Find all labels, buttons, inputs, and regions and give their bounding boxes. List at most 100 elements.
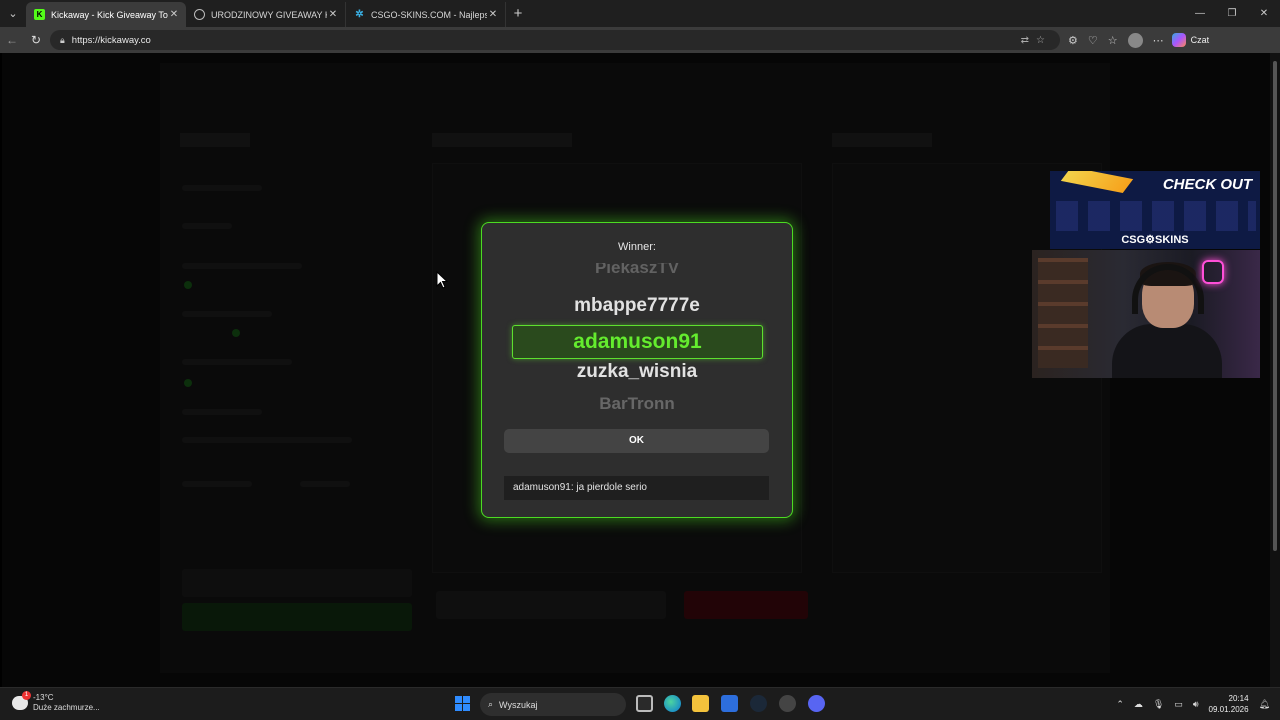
address-toolbar: ← ↻ 🔒︎ https://kickaway.co ⇄☆ ⚙ ♡ ☆ ⋯ Cz… [0, 27, 1280, 53]
notification-badge: 1 [22, 691, 31, 700]
notification-bell-icon[interactable]: 🔔︎ [1259, 699, 1270, 710]
ok-button[interactable]: OK [504, 429, 769, 453]
close-tab-icon[interactable]: ✕ [327, 9, 339, 20]
winner-modal: Winner: PiekaszTV mbappe7777e zuzka_wisn… [481, 222, 793, 518]
webcam-person-body [1112, 324, 1222, 378]
taskbar: 1 -13°C Duże zachmurze... ⌕ Wyszukaj ⌃ ☁… [0, 687, 1280, 720]
modal-title: Winner: [618, 241, 656, 253]
background-button [182, 569, 412, 597]
background-dot [232, 329, 240, 337]
background-line [182, 223, 232, 229]
lock-icon[interactable]: 🔒︎ [60, 35, 65, 46]
banner-stripe [1060, 171, 1134, 193]
clock[interactable]: 20:14 09.01.2026 [1209, 693, 1249, 715]
address-bar-actions: ⇄☆ [1021, 35, 1052, 46]
onedrive-icon[interactable]: ☁ [1134, 699, 1143, 710]
search-icon: ⌕ [488, 699, 494, 709]
copilot-icon [1171, 33, 1186, 47]
banner-headline: CHECK OUT [1162, 176, 1252, 193]
more-options-icon[interactable]: ⋯ [1153, 34, 1164, 47]
winner-name: adamuson91 [512, 325, 763, 359]
discord-icon[interactable] [808, 695, 825, 712]
neon-sign [1202, 260, 1224, 284]
tab-title: URODZINOWY GIVEAWAY KAMIL [211, 9, 327, 20]
tab-giveaway[interactable]: URODZINOWY GIVEAWAY KAMIL ✕ [186, 2, 346, 27]
background-heading [432, 133, 572, 147]
windows-logo-icon [455, 704, 462, 711]
background-button [182, 603, 412, 631]
background-line [182, 481, 252, 487]
browser-tab-bar: ⌄ K Kickaway - Kick Giveaway Tool ✕ UROD… [0, 0, 1280, 27]
system-tray: ⌃ ☁ 🎙︎ ▭ 🔊︎ 20:14 09.01.2026 🔔︎ [1116, 693, 1270, 715]
webcam-overlay [1032, 250, 1260, 378]
browser-essentials-icon[interactable]: ♡ [1088, 34, 1098, 47]
background-line [182, 359, 292, 365]
windows-logo-icon [455, 696, 462, 703]
refresh-icon[interactable]: ↻ [24, 33, 48, 47]
roller-name: mbappe7777e [574, 295, 700, 316]
background-line [182, 311, 272, 317]
chevron-down-icon: ⌄ [8, 8, 18, 20]
profile-avatar[interactable] [1127, 32, 1143, 48]
favorite-star-icon[interactable]: ☆ [1036, 35, 1052, 46]
background-button [436, 591, 666, 619]
background-line [182, 437, 352, 443]
new-tab-button[interactable]: + [506, 5, 530, 22]
page-scrollbar[interactable] [1270, 53, 1280, 687]
url-text: https://kickaway.co [71, 34, 151, 46]
close-tab-icon[interactable]: ✕ [168, 9, 180, 20]
tab-actions-menu[interactable]: ⌄ [0, 0, 26, 27]
steam-icon[interactable] [750, 695, 767, 712]
browser-tools: ⚙ ♡ ☆ ⋯ [1068, 32, 1164, 48]
background-line [182, 409, 262, 415]
favorites-icon[interactable]: ☆ [1108, 34, 1118, 47]
banner-brand: CSG⚙SKINS [1121, 234, 1189, 246]
roller-name: BarTronn [599, 394, 675, 413]
start-button[interactable] [455, 696, 470, 711]
microsoft-store-icon[interactable] [721, 695, 738, 712]
copilot-label: Czat [1190, 35, 1210, 45]
background-heading [832, 133, 932, 147]
extensions-icon[interactable]: ⚙ [1068, 34, 1078, 47]
translate-icon[interactable]: ⇄ [1021, 35, 1036, 46]
taskbar-search[interactable]: ⌕ Wyszukaj [480, 693, 626, 716]
background-line [300, 481, 350, 487]
windows-logo-icon [463, 704, 470, 711]
chevron-up-icon[interactable]: ⌃ [1116, 699, 1124, 710]
microphone-icon[interactable]: 🎙︎ [1153, 699, 1164, 710]
csgo-skins-favicon-icon: ✲ [355, 9, 364, 20]
globe-icon [194, 9, 205, 20]
kick-favicon-icon: K [34, 9, 45, 20]
network-icon[interactable]: ▭ [1174, 699, 1183, 710]
weather-description: Duże zachmurze... [33, 703, 100, 712]
webcam-shelf [1038, 258, 1088, 368]
tab-title: Kickaway - Kick Giveaway Tool [51, 9, 168, 20]
winner-chat-message: adamuson91: ja pierdole serio [504, 476, 769, 500]
tab-csgo-skins[interactable]: ✲ CSGO-SKINS.COM - Najlepsze Sk ✕ [346, 2, 506, 27]
file-explorer-icon[interactable] [692, 695, 709, 712]
weather-widget[interactable]: 1 -13°C Duże zachmurze... [12, 691, 100, 713]
close-window-icon[interactable]: ✕ [1248, 0, 1280, 27]
window-controls: — ❐ ✕ [1184, 0, 1280, 27]
app-icon[interactable] [779, 695, 796, 712]
restore-icon[interactable]: ❐ [1216, 0, 1248, 27]
volume-icon[interactable]: 🔊︎ [1193, 699, 1199, 710]
windows-logo-icon [463, 696, 470, 703]
address-bar[interactable]: 🔒︎ https://kickaway.co ⇄☆ [50, 30, 1060, 50]
background-dot [184, 379, 192, 387]
task-view-icon[interactable] [636, 695, 653, 712]
tab-kickaway[interactable]: K Kickaway - Kick Giveaway Tool ✕ [26, 2, 186, 27]
background-button [684, 591, 808, 619]
close-tab-icon[interactable]: ✕ [487, 9, 499, 20]
minimize-icon[interactable]: — [1184, 0, 1216, 27]
edge-icon[interactable] [664, 695, 681, 712]
back-arrow-icon[interactable]: ← [0, 33, 24, 47]
temperature: -13°C [33, 693, 54, 702]
cloud-icon: 1 [12, 691, 31, 710]
copilot-button[interactable]: Czat [1171, 33, 1210, 47]
tab-title: CSGO-SKINS.COM - Najlepsze Sk [371, 9, 487, 20]
background-heading [180, 133, 250, 147]
banner-skin-grid [1056, 201, 1256, 231]
scrollbar-thumb[interactable] [1273, 61, 1277, 551]
date: 09.01.2026 [1208, 705, 1249, 714]
